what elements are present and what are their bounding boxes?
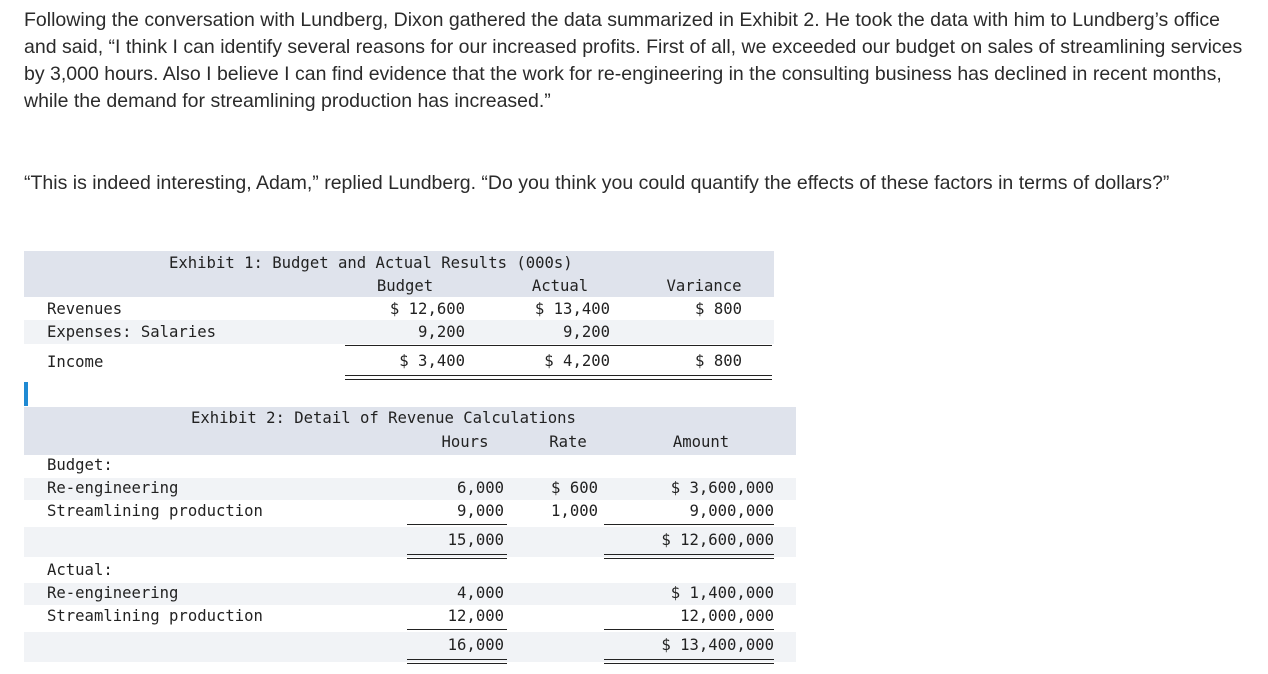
exhibit-2-actual-reeng-hours: 4,000 — [457, 584, 504, 602]
exhibit-2-actual-hours-rule — [407, 629, 507, 630]
exhibit-2-budget-label: Budget: — [47, 456, 113, 474]
exhibit-2-budget-amount-rule — [604, 524, 774, 525]
exhibit-2-budget-total-hours: 15,000 — [447, 531, 504, 549]
exhibit-1-actual-header: Actual — [531, 277, 589, 295]
exhibit-2-actual-total-amount: $ 13,400,000 — [661, 636, 774, 654]
exhibit-1-revenues-actual: $ 13,400 — [534, 300, 610, 318]
text-cursor — [24, 382, 28, 406]
exhibit-2-actual-reeng-label: Re-engineering — [47, 584, 179, 602]
exhibit-2-budget-stream-rate: 1,000 — [551, 502, 598, 520]
exhibit-2-budget-reeng-label: Re-engineering — [47, 479, 179, 497]
exhibit-2-title: Exhibit 2: Detail of Revenue Calculation… — [191, 409, 576, 427]
exhibit-2-budget-reeng-hours: 6,000 — [457, 479, 504, 497]
exhibit-2-amount-header: Amount — [672, 433, 730, 451]
exhibit-2-budget-stream-label: Streamlining production — [47, 502, 263, 520]
exhibit-2-budget-stream-amount: 9,000,000 — [689, 502, 775, 520]
exhibit-1-income-actual: $ 4,200 — [544, 352, 610, 370]
exhibit-1-salaries-budget: 9,200 — [418, 323, 465, 341]
exhibit-1-revenues-budget: $ 12,600 — [389, 300, 465, 318]
exhibit-2-actual-amount-total-rule — [604, 659, 774, 664]
exhibit-2-rate-header: Rate — [549, 433, 587, 451]
exhibit-2-budget-reeng-amount: $ 3,600,000 — [670, 479, 774, 497]
exhibit-2-actual-stream-label: Streamlining production — [47, 607, 263, 625]
exhibit-1-title: Exhibit 1: Budget and Actual Results (00… — [169, 254, 573, 272]
paragraph-conversation: Following the conversation with Lundberg… — [24, 9, 1243, 112]
exhibit-1-variance-header: Variance — [666, 277, 742, 295]
exhibit-2-actual-label: Actual: — [47, 561, 113, 579]
exhibit-1-salaries-label: Expenses: Salaries — [47, 323, 216, 341]
exhibit-2-actual-reeng-amount: $ 1,400,000 — [670, 584, 774, 602]
exhibit-1-income-variance: $ 800 — [695, 352, 742, 370]
exhibit-2-budget-reeng-rate: $ 600 — [551, 479, 598, 497]
exhibit-2-budget-total-amount: $ 12,600,000 — [661, 531, 774, 549]
exhibit-1-income-budget: $ 3,400 — [399, 352, 465, 370]
exhibit-2-hours-header: Hours — [441, 433, 489, 451]
paragraph-lundberg-reply: “This is indeed interesting, Adam,” repl… — [24, 172, 1170, 194]
exhibit-2-budget-stream-hours: 9,000 — [457, 502, 504, 520]
exhibit-2-actual-total-hours: 16,000 — [447, 636, 504, 654]
exhibit-2-actual-amount-rule — [604, 629, 774, 630]
exhibit-1-revenues-label: Revenues — [47, 300, 123, 318]
exhibit-2-budget-hours-rule — [407, 524, 507, 525]
exhibit-2-actual-stream-amount: 12,000,000 — [680, 607, 774, 625]
exhibit-1-budget-header: Budget — [376, 277, 434, 295]
exhibit-1-income-label: Income — [47, 353, 104, 371]
exhibit-2-actual-hours-total-rule — [407, 659, 507, 664]
exhibit-1-revenues-variance: $ 800 — [695, 300, 742, 318]
exhibit-2-budget-hours-total-rule — [407, 554, 507, 559]
exhibit-1-subtotal-rule — [345, 345, 772, 346]
exhibit-1-total-rule — [345, 375, 772, 380]
exhibit-2-actual-stream-hours: 12,000 — [447, 607, 504, 625]
exhibit-1-salaries-actual: 9,200 — [563, 323, 610, 341]
exhibit-2-budget-amount-total-rule — [604, 554, 774, 559]
